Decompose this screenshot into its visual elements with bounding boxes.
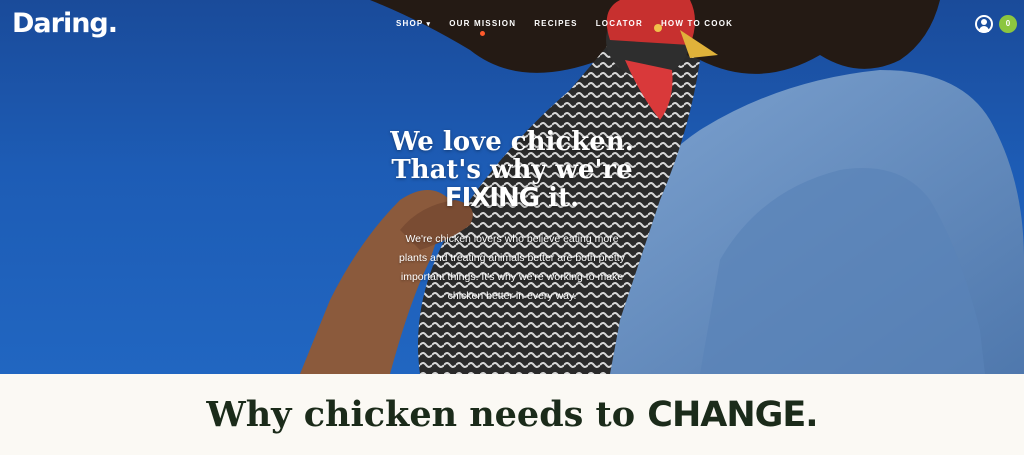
nav-item-label: SHOP	[396, 19, 424, 28]
main-nav: SHOP ▾ OUR MISSION RECIPES LOCATOR HOW TO…	[396, 19, 751, 36]
section-title-strong: CHANGE.	[647, 395, 818, 435]
hero-subcopy: We're chicken lovers who believe eating …	[399, 233, 625, 302]
hero-headline-rest: it.	[539, 183, 580, 213]
page: Daring. SHOP ▾ OUR MISSION RECIPES LOCATO…	[0, 0, 1024, 455]
nav-item-label: RECIPES	[534, 19, 578, 28]
nav-item-our-mission[interactable]: OUR MISSION	[449, 19, 517, 36]
brand-logo[interactable]: Daring.	[12, 7, 118, 41]
nav-item-label: HOW TO COOK	[660, 19, 734, 28]
nav-item-shop[interactable]: SHOP ▾	[396, 19, 431, 28]
hero-section: Daring. SHOP ▾ OUR MISSION RECIPES LOCATO…	[0, 0, 1024, 374]
nav-item-label: LOCATOR	[595, 19, 643, 28]
user-icon-shoulders	[979, 26, 989, 32]
why-section: Why chicken needs to CHANGE.	[0, 374, 1024, 455]
hero-headline-line2: That's why we're	[391, 155, 633, 185]
section-title: Why chicken needs to CHANGE.	[0, 394, 1024, 436]
hero-headline-line1: We love chicken.	[390, 127, 634, 157]
nav-item-locator[interactable]: LOCATOR	[596, 19, 643, 28]
chevron-down-icon: ▾	[426, 21, 432, 28]
hero-headline-strong: FIXING	[444, 183, 540, 213]
cart-count-badge[interactable]: 0	[999, 15, 1017, 33]
nav-item-how-to-cook[interactable]: HOW TO COOK	[661, 19, 733, 28]
user-icon[interactable]	[975, 15, 993, 33]
nav-item-label: OUR MISSION	[449, 19, 517, 28]
user-icon-head	[981, 19, 987, 25]
nav-item-recipes[interactable]: RECIPES	[534, 19, 578, 28]
hero-headline: We love chicken. That's why we're FIXING…	[0, 128, 1024, 212]
section-title-prefix: Why chicken needs to	[206, 394, 648, 435]
